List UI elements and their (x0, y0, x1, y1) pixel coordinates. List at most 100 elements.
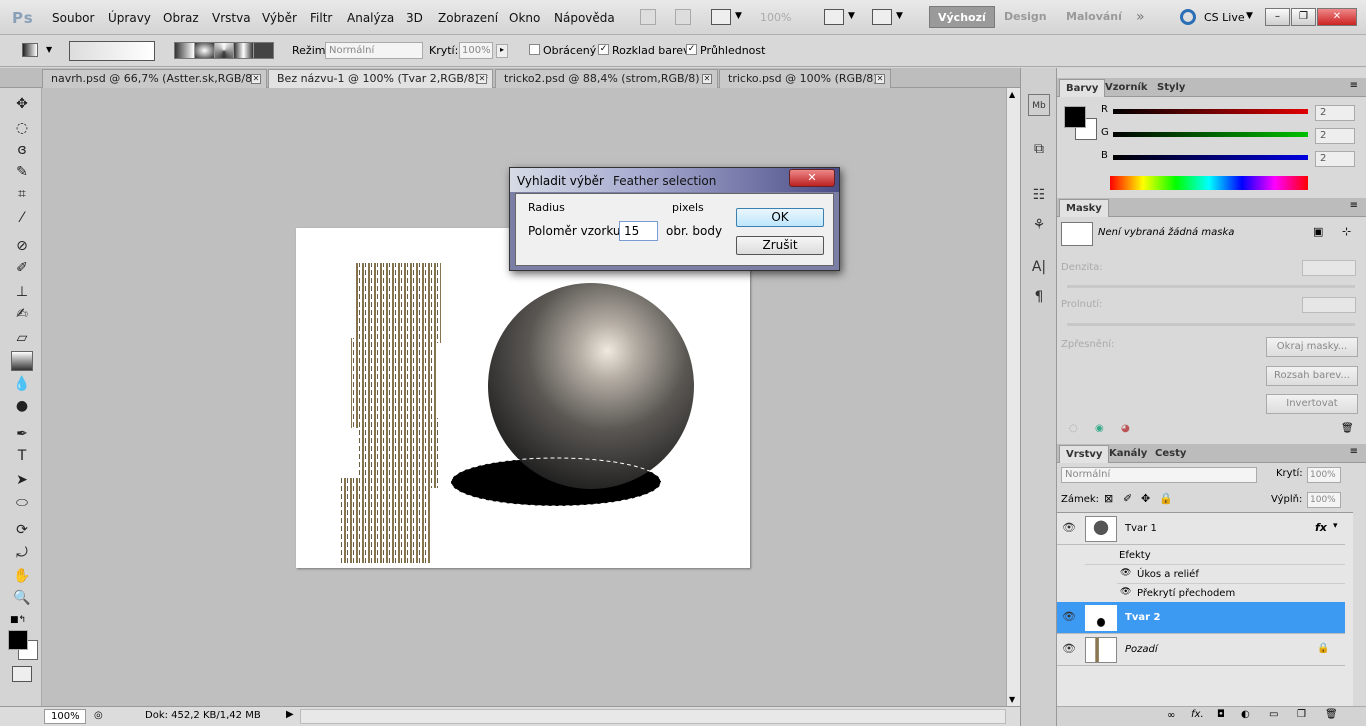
history-brush-icon[interactable]: ✍ (11, 304, 33, 324)
paragraph-panel-icon[interactable]: ¶ (1028, 286, 1050, 308)
3d-orbit-tool-icon[interactable]: ⤾ (11, 543, 33, 563)
more-workspaces-icon[interactable]: » (1136, 9, 1145, 25)
dodge-tool-icon[interactable]: ● (11, 396, 33, 416)
layer-name[interactable]: Tvar 1 (1125, 523, 1157, 534)
mode-select[interactable]: Normální (325, 42, 423, 59)
workspace-design[interactable]: Design (996, 6, 1055, 28)
lock-position-icon[interactable]: ✥ (1141, 492, 1150, 505)
mini-bridge-panel-icon[interactable]: Mb (1028, 94, 1050, 116)
menu-filtr[interactable]: Filtr (310, 11, 332, 25)
clone-source-icon[interactable]: ⚘ (1028, 214, 1050, 236)
opacity-input[interactable]: 100% (459, 42, 493, 59)
menu-vyber[interactable]: Výběr (262, 11, 297, 25)
tab-bez-nazvu[interactable]: Bez názvu-1 @ 100% (Tvar 2,RGB/8) * ✕ (268, 69, 493, 88)
ok-button[interactable]: OK (736, 208, 824, 227)
workspace-default[interactable]: Výchozí (929, 6, 995, 28)
menu-analyza[interactable]: Analýza (347, 11, 394, 25)
quick-mask-icon[interactable] (12, 666, 32, 682)
diamond-gradient-icon[interactable] (254, 43, 273, 58)
disable-mask-icon[interactable]: ◕ (1121, 423, 1130, 434)
cslive-button[interactable]: CS Live (1204, 11, 1245, 24)
brush-tool-icon[interactable]: ✐ (11, 258, 33, 278)
tab-masky[interactable]: Masky (1059, 199, 1109, 217)
crop-tool-icon[interactable]: ⌗ (11, 184, 33, 204)
chevron-down-icon[interactable]: ▼ (46, 45, 52, 54)
vertical-scrollbar[interactable]: ▲ ▼ (1006, 88, 1020, 706)
opacity-slider-toggle[interactable]: ▸ (496, 44, 508, 58)
chevron-down-icon[interactable]: ▼ (848, 11, 855, 21)
eyedropper-tool-icon[interactable]: ⁄ (11, 208, 33, 228)
close-icon[interactable]: ✕ (702, 74, 712, 84)
eye-icon[interactable]: 👁 (1120, 587, 1131, 597)
tab-tricko2[interactable]: tricko2.psd @ 88,4% (strom,RGB/8) * ✕ (495, 69, 718, 88)
panel-menu-icon[interactable]: ≡ (1350, 200, 1358, 211)
chevron-down-icon[interactable]: ▼ (735, 11, 742, 21)
tab-navrh[interactable]: navrh.psd @ 66,7% (Astter.sk,RGB/8) ✕ (42, 69, 267, 88)
apply-mask-icon[interactable]: ◉ (1095, 423, 1104, 434)
minimize-button[interactable]: – (1265, 8, 1290, 26)
scroll-down-icon[interactable]: ▼ (1009, 695, 1015, 704)
dialog-titlebar[interactable]: Vyhladit výběr Feather selection ✕ (510, 168, 839, 192)
bridge-icon[interactable] (640, 9, 656, 25)
foreground-swatch[interactable] (1064, 106, 1086, 128)
pen-tool-icon[interactable]: ✒ (11, 424, 33, 444)
density-input[interactable] (1302, 260, 1356, 276)
close-button[interactable]: ✕ (1317, 8, 1357, 26)
path-select-tool-icon[interactable]: ➤ (11, 470, 33, 490)
character-panel-icon[interactable]: A| (1028, 256, 1050, 278)
layer-name[interactable]: Tvar 2 (1125, 612, 1160, 623)
blur-tool-icon[interactable]: 💧 (11, 374, 33, 394)
effects-row[interactable]: Efekty (1085, 547, 1345, 565)
tab-tricko[interactable]: tricko.psd @ 100% (RGB/8) ✕ (719, 69, 891, 88)
eraser-tool-icon[interactable]: ▱ (11, 328, 33, 348)
new-layer-icon[interactable]: ❐ (1297, 709, 1306, 720)
3d-rotate-tool-icon[interactable]: ⟳ (11, 520, 33, 540)
gradient-tool-icon[interactable] (22, 43, 38, 57)
eye-icon[interactable]: 👁 (1061, 642, 1077, 658)
zoom-input[interactable]: 100% (44, 709, 86, 724)
menu-3d[interactable]: 3D (406, 11, 423, 25)
reverse-checkbox[interactable] (529, 44, 540, 55)
vector-mask-icon[interactable]: ⊹ (1342, 225, 1351, 238)
color-range-button[interactable]: Rozsah barev... (1266, 366, 1358, 386)
adjustments-panel-icon[interactable]: ☷ (1028, 184, 1050, 206)
fx-icon[interactable]: fx (1315, 521, 1327, 534)
foreground-color-swatch[interactable] (8, 630, 28, 650)
dither-checkbox[interactable]: ✓ (598, 44, 609, 55)
reflected-gradient-icon[interactable] (234, 43, 255, 58)
delete-mask-icon[interactable]: 🗑 (1341, 423, 1354, 434)
layer-row-tvar1[interactable]: 👁 Tvar 1 fx ▾ (1057, 513, 1345, 545)
move-tool-icon[interactable]: ✥ (11, 94, 33, 114)
scroll-up-icon[interactable]: ▲ (1009, 90, 1015, 99)
hand-tool-icon[interactable]: ✋ (11, 566, 33, 586)
menu-obraz[interactable]: Obraz (163, 11, 199, 25)
restore-button[interactable]: ❐ (1291, 8, 1316, 26)
shape-tool-icon[interactable]: ⬭ (11, 493, 33, 513)
effect-row-gradient-overlay[interactable]: 👁 Překrytí přechodem (1117, 584, 1345, 603)
link-layers-icon[interactable]: ∞ (1167, 710, 1175, 721)
add-mask-icon[interactable]: ◘ (1217, 709, 1225, 720)
angle-gradient-icon[interactable] (214, 43, 235, 58)
gradient-tool-icon[interactable] (11, 351, 33, 371)
menu-vrstva[interactable]: Vrstva (212, 11, 251, 25)
close-icon[interactable]: ✕ (477, 74, 487, 84)
quick-select-tool-icon[interactable]: ✎ (11, 162, 33, 182)
green-value[interactable]: 2 (1315, 128, 1355, 144)
blue-value[interactable]: 2 (1315, 151, 1355, 167)
menu-zobrazeni[interactable]: Zobrazení (438, 11, 498, 25)
gradient-picker[interactable] (69, 41, 155, 61)
close-icon[interactable]: ✕ (875, 74, 885, 84)
tab-vzornik[interactable]: Vzorník (1099, 79, 1154, 97)
color-spectrum[interactable] (1110, 176, 1308, 190)
info-icon[interactable]: ◎ (94, 710, 103, 721)
density-slider[interactable] (1067, 285, 1355, 288)
lasso-tool-icon[interactable]: ɞ (11, 140, 33, 160)
healing-tool-icon[interactable]: ⊘ (11, 236, 33, 256)
arrange-docs-icon[interactable] (824, 9, 844, 25)
layer-row-tvar2[interactable]: 👁 Tvar 2 (1057, 602, 1345, 634)
blend-mode-select[interactable]: Normální (1061, 467, 1257, 483)
radial-gradient-icon[interactable] (194, 43, 215, 58)
panel-menu-icon[interactable]: ≡ (1350, 446, 1358, 457)
panel-menu-icon[interactable]: ≡ (1350, 80, 1358, 91)
feather-slider[interactable] (1067, 323, 1355, 326)
